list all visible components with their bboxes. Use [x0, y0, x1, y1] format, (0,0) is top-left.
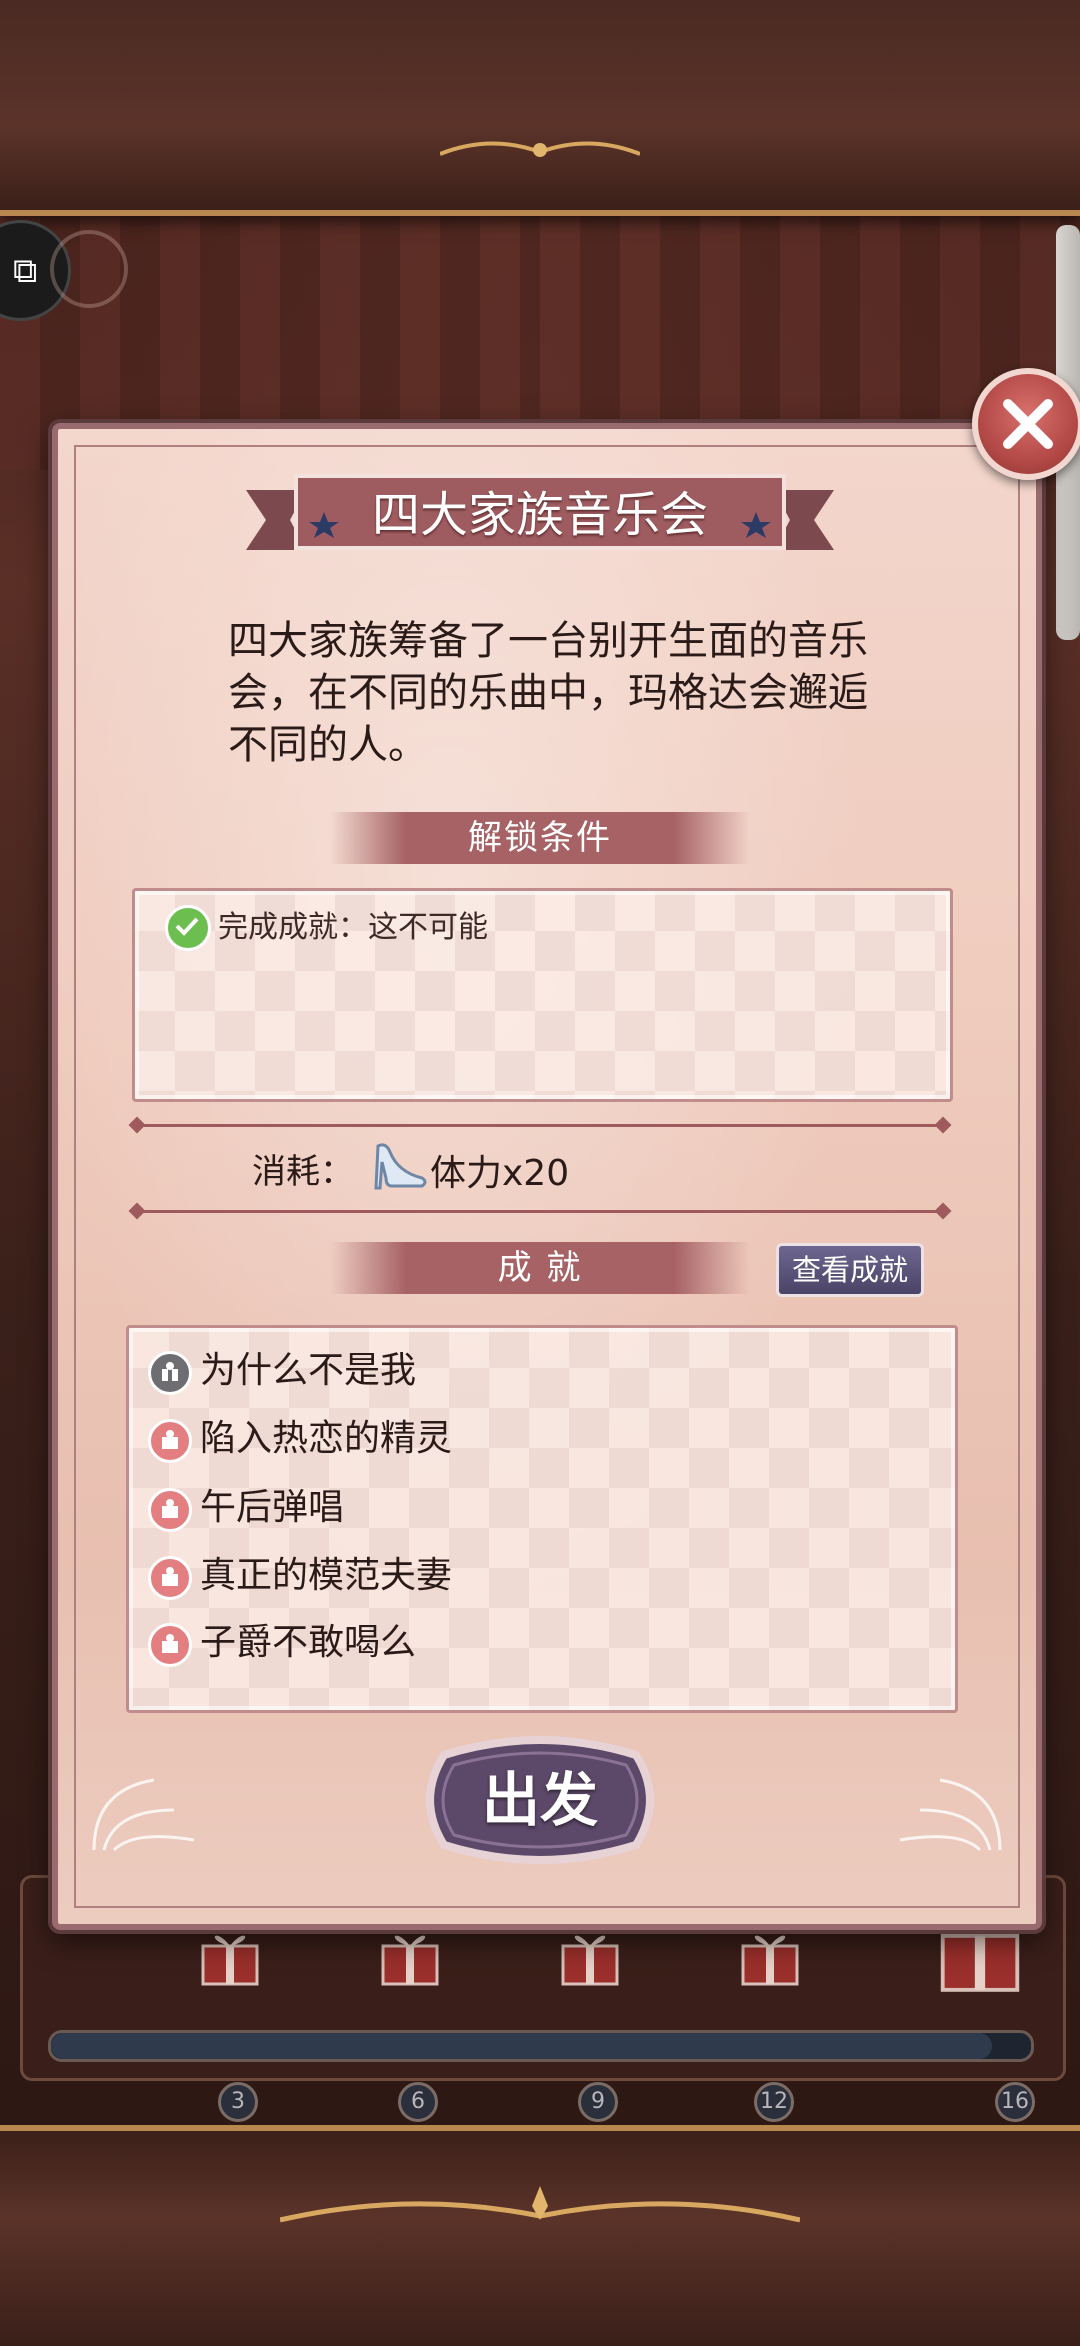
achievement-label: 子爵不敢喝么 [200, 1622, 417, 1663]
close-button[interactable] [972, 368, 1080, 480]
milestone-marker: 9 [578, 2082, 618, 2122]
progress-track [48, 2030, 1034, 2062]
achievement-label: 真正的模范夫妻 [200, 1555, 453, 1596]
divider [135, 1210, 945, 1213]
back-icon[interactable] [50, 230, 128, 308]
unlock-condition-text: 完成成就：这不可能 [218, 910, 488, 945]
glass-slipper-icon [374, 1143, 427, 1190]
close-icon [1003, 399, 1053, 449]
event-description: 四大家族筹备了一台别开生面的音乐会，在不同的乐曲中，玛格达会邂逅不同的人。 [228, 618, 868, 768]
corner-ornament-icon [92, 1778, 195, 1852]
milestone-marker: 12 [754, 2082, 794, 2122]
unlock-section-header: 解锁条件 [330, 812, 750, 864]
progress-fill [51, 2033, 992, 2059]
achievement-badge-icon [148, 1488, 192, 1532]
achievement-label: 午后弹唱 [200, 1487, 345, 1528]
achievement-label: 陷入热恋的精灵 [200, 1418, 453, 1459]
gift-box-icon[interactable] [735, 1920, 805, 1990]
milestone-marker: 3 [218, 2082, 258, 2122]
cost-value: 体力x20 [430, 1153, 570, 1194]
corner-ornament-icon [899, 1778, 1002, 1852]
gift-box-icon[interactable] [195, 1920, 265, 1990]
top-frame [0, 0, 1080, 216]
milestone-marker: 6 [398, 2082, 438, 2122]
divider [135, 1124, 945, 1127]
achievement-badge-icon [148, 1419, 192, 1463]
go-button-label: 出发 [481, 1766, 598, 1834]
gold-ornament-icon [440, 141, 640, 157]
check-icon [165, 905, 211, 951]
gift-box-icon[interactable] [555, 1920, 625, 1990]
achievement-badge-icon [148, 1623, 192, 1667]
dialog-title: 四大家族音乐会 [371, 487, 708, 543]
achievements-section-header: 成 就 [330, 1242, 750, 1294]
achievement-label: 为什么不是我 [200, 1350, 417, 1391]
cost-label: 消耗： [252, 1152, 354, 1192]
achievement-badge-icon [148, 1556, 192, 1600]
locked-achievement-icon [148, 1351, 192, 1395]
gift-box-icon[interactable] [375, 1920, 445, 1990]
gold-ornament-icon [280, 2186, 800, 2223]
milestone-marker: 16 [995, 2082, 1035, 2122]
view-achievements-button[interactable]: 查看成就 [776, 1243, 924, 1297]
